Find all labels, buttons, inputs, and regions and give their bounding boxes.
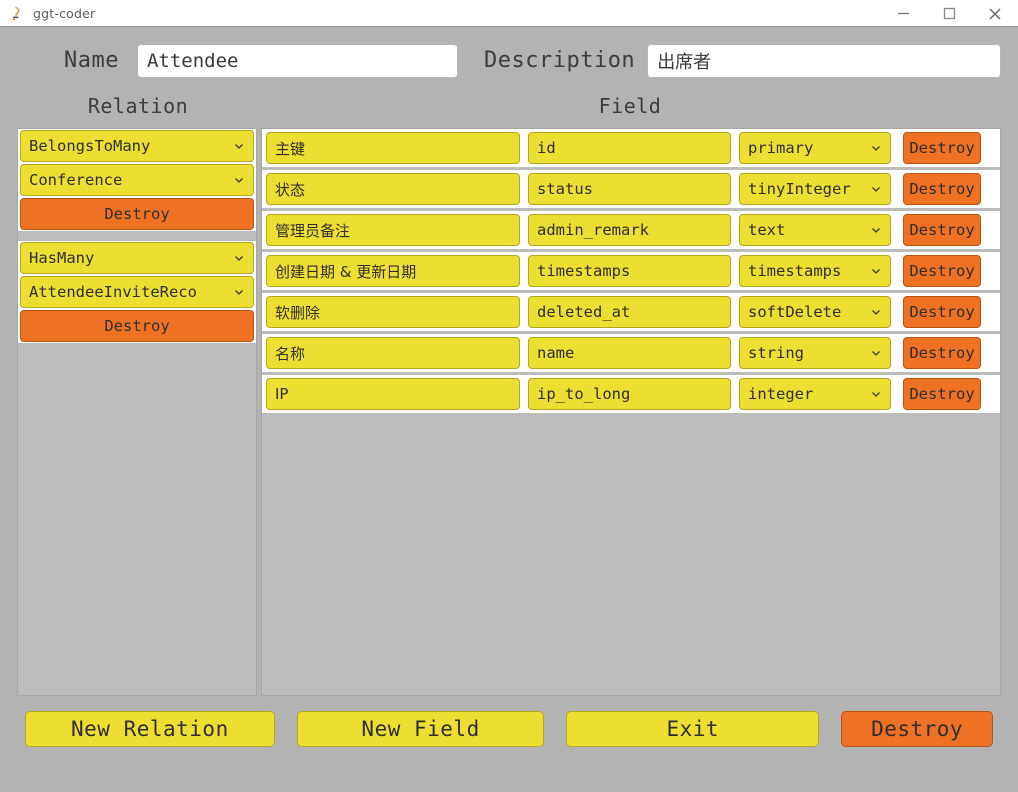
column-headings: Relation Field [0, 94, 1018, 128]
field-type-select[interactable]: integer [739, 378, 891, 410]
chevron-down-icon [870, 183, 882, 195]
action-bar: New Relation New Field Exit Destroy [0, 696, 1018, 762]
field-name-input[interactable]: status [528, 173, 731, 205]
field-name-input[interactable]: timestamps [528, 255, 731, 287]
window-titlebar: ggt-coder [0, 0, 1018, 27]
relation-destroy-button[interactable]: Destroy [20, 310, 254, 342]
window-controls [880, 0, 1018, 27]
relation-type-row: BelongsToMany [20, 129, 254, 163]
relation-target-select[interactable]: Conference [20, 164, 254, 196]
field-comment-input[interactable]: 管理员备注 [266, 214, 520, 246]
chevron-down-icon [233, 252, 245, 264]
name-label: Name [64, 48, 119, 73]
relation-target-value: AttendeeInviteReco [29, 283, 197, 301]
relation-destroy-row: Destroy [20, 197, 254, 231]
field-type-value: integer [748, 385, 813, 403]
relation-target-row: AttendeeInviteReco [20, 275, 254, 309]
entity-header: Name Attendee Description 出席者 [0, 27, 1018, 94]
field-type-select[interactable]: softDelete [739, 296, 891, 328]
relation-destroy-button[interactable]: Destroy [20, 198, 254, 230]
field-column-heading: Field [259, 94, 1001, 118]
chevron-down-icon [870, 306, 882, 318]
field-type-select[interactable]: tinyInteger [739, 173, 891, 205]
chevron-down-icon [233, 286, 245, 298]
relation-destroy-row: Destroy [20, 309, 254, 343]
field-name-input[interactable]: name [528, 337, 731, 369]
new-field-button[interactable]: New Field [297, 711, 545, 747]
relation-panel: BelongsToMany Conference Destroy HasMany Att… [17, 128, 257, 696]
field-destroy-button[interactable]: Destroy [903, 337, 981, 369]
description-label: Description [484, 48, 635, 73]
relation-column-heading: Relation [17, 94, 259, 118]
field-list: 主键id primary Destroy 状态status tinyInteger Des… [262, 129, 1000, 416]
destroy-entity-button[interactable]: Destroy [841, 711, 993, 747]
exit-button[interactable]: Exit [566, 711, 819, 747]
field-destroy-button[interactable]: Destroy [903, 255, 981, 287]
relation-group: HasMany AttendeeInviteReco Destroy [18, 241, 256, 343]
field-name-input[interactable]: admin_remark [528, 214, 731, 246]
relation-type-value: HasMany [29, 249, 94, 267]
relation-type-select[interactable]: HasMany [20, 242, 254, 274]
description-input[interactable]: 出席者 [647, 44, 1001, 78]
field-row: 创建日期 & 更新日期timestampstimestampsDestroy [262, 252, 1000, 293]
field-comment-input[interactable]: 主键 [266, 132, 520, 164]
field-comment-input[interactable]: 状态 [266, 173, 520, 205]
maximize-icon[interactable] [926, 0, 972, 27]
window-title: ggt-coder [33, 6, 95, 21]
name-input[interactable]: Attendee [137, 44, 458, 78]
field-row: 主键id primary Destroy [262, 129, 1000, 170]
app-icon [9, 5, 25, 21]
close-icon[interactable] [972, 0, 1018, 27]
field-row: 软删除deleted_at softDelete Destroy [262, 293, 1000, 334]
field-comment-input[interactable]: 创建日期 & 更新日期 [266, 255, 520, 287]
field-row: 名称name string Destroy [262, 334, 1000, 375]
field-row: 状态status tinyInteger Destroy [262, 170, 1000, 211]
field-row: IPip_to_long integer Destroy [262, 375, 1000, 416]
field-panel: 主键id primary Destroy 状态status tinyInteger Des… [261, 128, 1001, 696]
field-comment-input[interactable]: IP [266, 378, 520, 410]
field-destroy-button[interactable]: Destroy [903, 132, 981, 164]
field-type-value: tinyInteger [748, 180, 851, 198]
relation-target-row: Conference [20, 163, 254, 197]
chevron-down-icon [870, 224, 882, 236]
relation-list: BelongsToMany Conference Destroy HasMany Att… [18, 129, 256, 343]
field-name-input[interactable]: deleted_at [528, 296, 731, 328]
relation-group-separator [18, 231, 256, 241]
field-type-select[interactable]: primary [739, 132, 891, 164]
field-type-value: softDelete [748, 303, 841, 321]
chevron-down-icon [233, 174, 245, 186]
field-name-input[interactable]: id [528, 132, 731, 164]
chevron-down-icon [870, 142, 882, 154]
field-destroy-button[interactable]: Destroy [903, 378, 981, 410]
field-name-input[interactable]: ip_to_long [528, 378, 731, 410]
field-type-value: text [748, 221, 785, 239]
relation-type-row: HasMany [20, 241, 254, 275]
chevron-down-icon [870, 347, 882, 359]
new-relation-button[interactable]: New Relation [25, 711, 275, 747]
relation-type-value: BelongsToMany [29, 137, 150, 155]
relation-type-select[interactable]: BelongsToMany [20, 130, 254, 162]
field-destroy-button[interactable]: Destroy [903, 214, 981, 246]
field-type-value: string [748, 344, 804, 362]
relation-target-value: Conference [29, 171, 122, 189]
field-destroy-button[interactable]: Destroy [903, 296, 981, 328]
chevron-down-icon [870, 265, 882, 277]
editor-panels: BelongsToMany Conference Destroy HasMany Att… [0, 128, 1018, 696]
field-type-value: timestamps [748, 262, 841, 280]
field-comment-input[interactable]: 软删除 [266, 296, 520, 328]
field-row: 管理员备注admin_remark text Destroy [262, 211, 1000, 252]
field-destroy-button[interactable]: Destroy [903, 173, 981, 205]
field-type-value: primary [748, 139, 813, 157]
field-type-select[interactable]: string [739, 337, 891, 369]
chevron-down-icon [870, 388, 882, 400]
field-type-select[interactable]: text [739, 214, 891, 246]
minimize-icon[interactable] [880, 0, 926, 27]
relation-group: BelongsToMany Conference Destroy [18, 129, 256, 231]
chevron-down-icon [233, 140, 245, 152]
field-type-select[interactable]: timestamps [739, 255, 891, 287]
field-comment-input[interactable]: 名称 [266, 337, 520, 369]
relation-target-select[interactable]: AttendeeInviteReco [20, 276, 254, 308]
